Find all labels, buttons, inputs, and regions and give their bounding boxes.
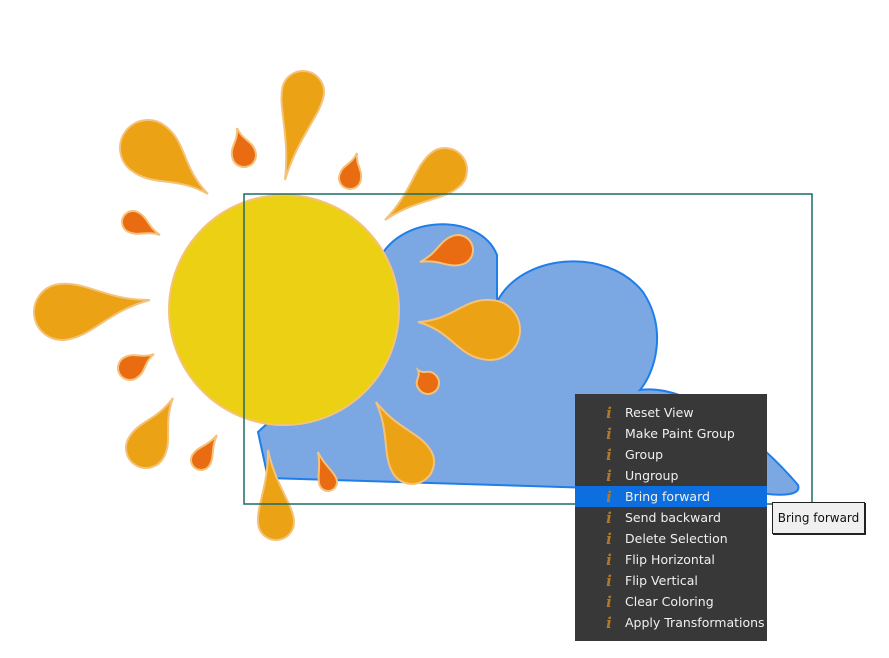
menu-item-label: Delete Selection (625, 531, 728, 546)
menu-item-label: Send backward (625, 510, 721, 525)
menu-item-label: Group (625, 447, 664, 462)
menu-item-ungroup[interactable]: i Ungroup (575, 465, 767, 486)
info-icon: i (606, 529, 612, 548)
menu-item-label: Flip Horizontal (625, 552, 715, 567)
menu-item-bring-forward[interactable]: i Bring forward (575, 486, 767, 507)
menu-item-label: Ungroup (625, 468, 679, 483)
menu-item-label: Reset View (625, 405, 694, 420)
info-icon: i (606, 613, 612, 632)
petal-shape[interactable] (371, 139, 476, 237)
menu-item-label: Clear Coloring (625, 594, 714, 609)
info-icon: i (606, 550, 612, 569)
menu-item-label: Make Paint Group (625, 426, 735, 441)
petal-shape[interactable] (264, 67, 327, 184)
menu-item-label: Apply Transformations (625, 615, 765, 630)
tooltip: Bring forward (772, 502, 865, 534)
menu-item-flip-vertical[interactable]: i Flip Vertical (575, 570, 767, 591)
info-icon: i (606, 466, 612, 485)
sun-circle[interactable] (168, 194, 400, 426)
menu-item-clear-coloring[interactable]: i Clear Coloring (575, 591, 767, 612)
petal-shape[interactable] (109, 109, 225, 216)
context-menu: i Reset View i Make Paint Group i Group i Un… (575, 394, 767, 641)
menu-item-delete-selection[interactable]: i Delete Selection (575, 528, 767, 549)
menu-item-flip-horizontal[interactable]: i Flip Horizontal (575, 549, 767, 570)
small-petal-shape[interactable] (118, 207, 164, 245)
small-petal-shape[interactable] (114, 344, 160, 385)
info-icon: i (606, 487, 612, 506)
menu-item-group[interactable]: i Group (575, 444, 767, 465)
menu-item-reset-view[interactable]: i Reset View (575, 402, 767, 423)
info-icon: i (606, 592, 612, 611)
small-petal-shape[interactable] (336, 150, 367, 192)
info-icon: i (606, 571, 612, 590)
info-icon: i (606, 424, 612, 443)
menu-item-make-paint-group[interactable]: i Make Paint Group (575, 423, 767, 444)
info-icon: i (606, 508, 612, 527)
info-icon: i (606, 403, 612, 422)
small-petal-shape[interactable] (187, 430, 225, 474)
petal-shape[interactable] (30, 272, 153, 343)
info-icon: i (606, 445, 612, 464)
petal-shape[interactable] (119, 388, 191, 475)
menu-item-label: Flip Vertical (625, 573, 698, 588)
menu-item-send-backward[interactable]: i Send backward (575, 507, 767, 528)
small-petal-shape[interactable] (225, 125, 258, 170)
menu-item-label: Bring forward (625, 489, 710, 504)
menu-item-apply-transformations[interactable]: i Apply Transformations (575, 612, 767, 633)
